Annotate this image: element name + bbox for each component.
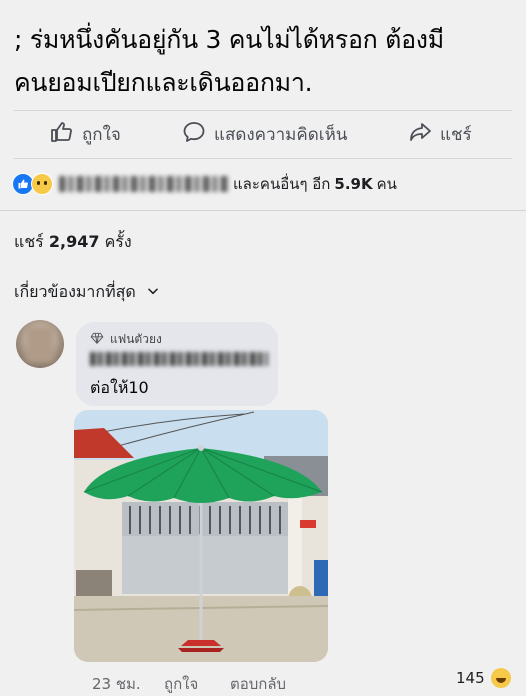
top-fan-label: แฟนตัวยง: [110, 332, 162, 346]
divider: [0, 210, 526, 211]
comment-reaction-count: 145: [456, 669, 485, 687]
comment-reactions[interactable]: 145: [456, 668, 511, 688]
comment-photo[interactable]: [74, 410, 328, 662]
comment-button[interactable]: แสดงความคิดเห็น: [182, 120, 347, 149]
post-action-bar: ถูกใจ แสดงความคิดเห็น แชร์: [0, 112, 526, 156]
divider: [14, 158, 512, 159]
avatar[interactable]: [16, 320, 64, 368]
sad-reaction-icon: [31, 173, 53, 195]
blurred-reactor-names: [59, 176, 229, 192]
comment-reply-button[interactable]: ตอบกลับ: [230, 672, 286, 696]
divider: [14, 110, 512, 111]
share-count-label: แชร์: [14, 232, 44, 251]
post-text: ; ร่มหนึ่งคันอยู่กัน 3 คนไม่ได้หรอก ต้อง…: [14, 18, 514, 104]
comment-time: 23 ชม.: [92, 675, 141, 693]
reactions-suffix: และคนอื่นๆ อีก: [233, 175, 331, 193]
top-fan-badge: แฟนตัวยง: [90, 330, 162, 349]
blurred-commenter-name[interactable]: [90, 352, 268, 366]
share-count-unit: ครั้ง: [104, 232, 132, 251]
comment-button-label: แสดงความคิดเห็น: [214, 125, 348, 145]
share-count-value: 2,947: [48, 232, 100, 251]
post-text-line-1: ; ร่มหนึ่งคันอยู่กัน 3 คนไม่ได้หรอก ต้อง…: [14, 25, 444, 54]
comment-like-button[interactable]: ถูกใจ: [164, 672, 198, 696]
comment-text: ต่อให้10: [90, 378, 149, 397]
reactions-unit: คน: [376, 175, 397, 193]
like-button[interactable]: ถูกใจ: [50, 120, 121, 149]
comment-sort-label: เกี่ยวข้องมากที่สุด: [14, 282, 136, 301]
share-button-label: แชร์: [440, 125, 472, 145]
share-arrow-icon: [408, 120, 432, 149]
speech-bubble-icon: [182, 120, 206, 149]
diamond-icon: [90, 332, 104, 347]
umbrella-photo-image: [74, 410, 328, 662]
reactions-count: 5.9K: [334, 175, 373, 193]
laugh-reaction-icon: [490, 668, 511, 688]
comment-bubble: แฟนตัวยง ต่อให้10: [76, 322, 278, 406]
like-button-label: ถูกใจ: [82, 125, 121, 145]
reactions-summary[interactable]: และคนอื่นๆ อีก 5.9K คน: [12, 172, 397, 196]
comment-sort-dropdown[interactable]: เกี่ยวข้องมากที่สุด: [14, 280, 160, 305]
chevron-down-icon: [146, 283, 160, 302]
thumbs-up-icon: [50, 120, 74, 149]
post-text-line-2: คนยอมเปียกและเดินออกมา.: [14, 68, 313, 97]
share-count[interactable]: แชร์ 2,947 ครั้ง: [14, 230, 132, 255]
share-button[interactable]: แชร์: [408, 120, 472, 149]
